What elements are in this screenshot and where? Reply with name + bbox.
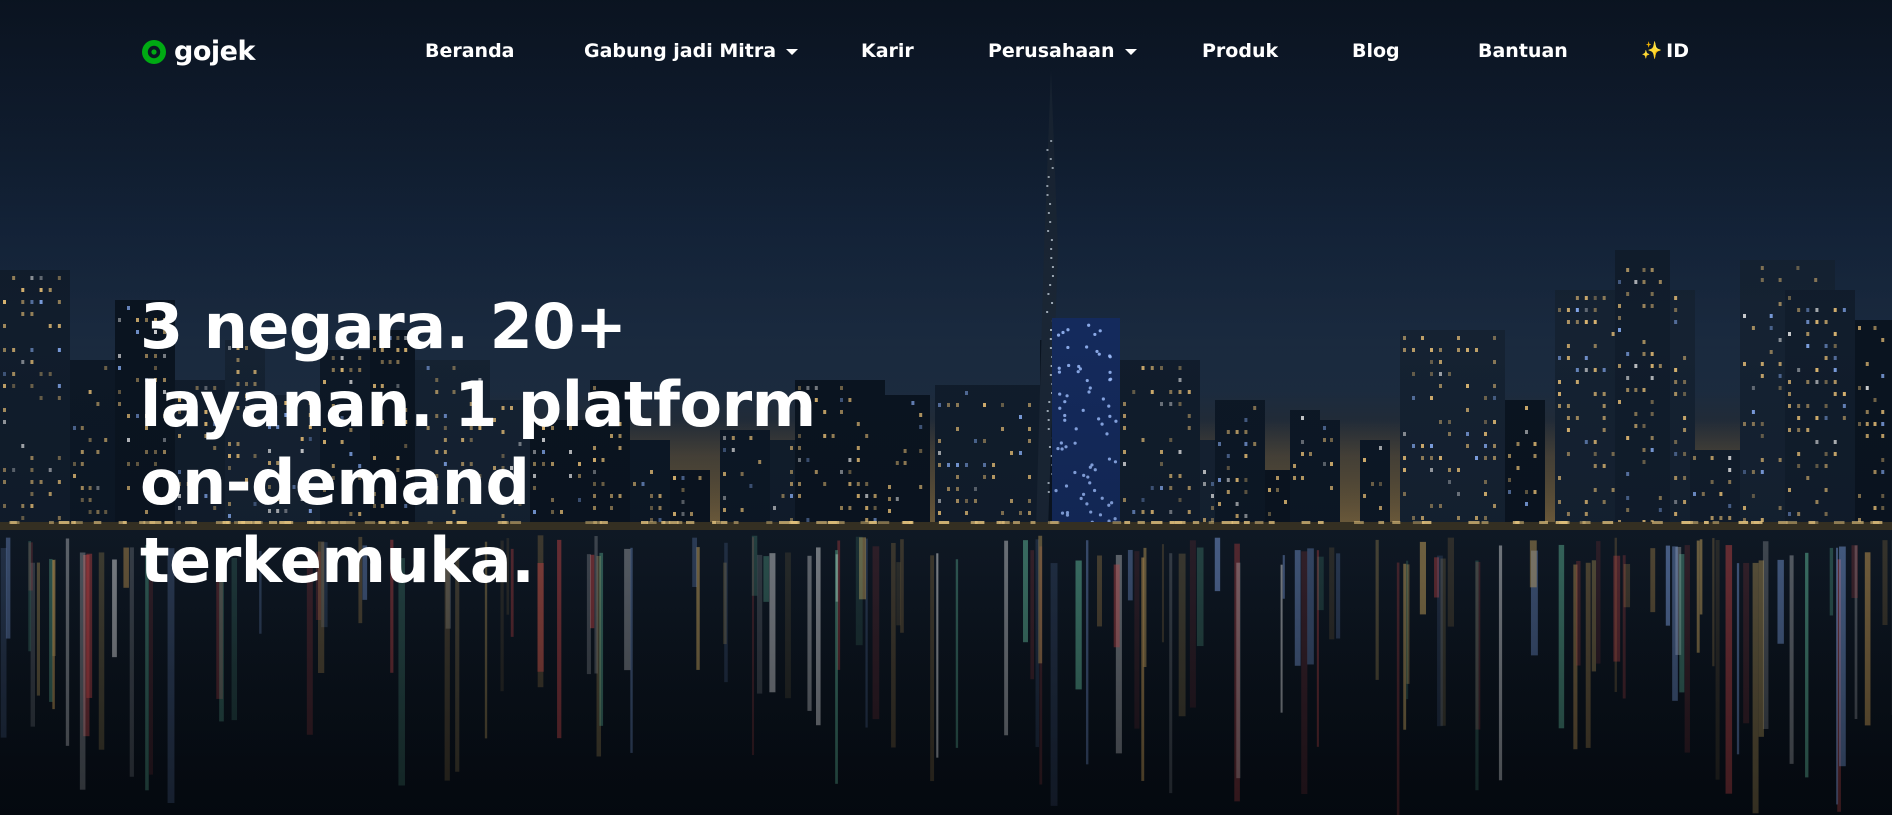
- nav-item-karir[interactable]: Karir: [861, 37, 914, 65]
- nav-label: Blog: [1352, 40, 1400, 62]
- nav-item-produk[interactable]: Produk: [1202, 37, 1278, 65]
- sparkles-icon: ✨: [1641, 41, 1663, 61]
- caret-down-icon: [786, 49, 799, 55]
- nav-label: Perusahaan: [988, 40, 1115, 62]
- nav-label: Beranda: [425, 40, 515, 62]
- nav-item-perusahaan[interactable]: Perusahaan: [988, 37, 1137, 65]
- nav-label: Gabung jadi Mitra: [584, 40, 777, 62]
- language-switch[interactable]: ✨ ID: [1641, 37, 1689, 65]
- nav-item-blog[interactable]: Blog: [1352, 37, 1400, 65]
- nav-item-bantuan[interactable]: Bantuan: [1478, 37, 1568, 65]
- nav-item-gabung-jadi-mitra[interactable]: Gabung jadi Mitra: [584, 37, 799, 65]
- top-navbar: gojek Beranda Gabung jadi Mitra Karir Pe…: [0, 0, 1892, 102]
- nav-item-beranda[interactable]: Beranda: [425, 37, 515, 65]
- nav-label: Bantuan: [1478, 40, 1568, 62]
- nav-label: Karir: [861, 40, 914, 62]
- caret-down-icon: [1124, 49, 1137, 55]
- language-label: ID: [1666, 40, 1690, 62]
- hero-headline: 3 negara. 20+ layanan. 1 platform on-dem…: [140, 290, 816, 597]
- nav-label: Produk: [1202, 40, 1279, 62]
- main-nav: Beranda Gabung jadi Mitra Karir Perusaha…: [0, 0, 1892, 102]
- hero-section: gojek Beranda Gabung jadi Mitra Karir Pe…: [0, 0, 1892, 815]
